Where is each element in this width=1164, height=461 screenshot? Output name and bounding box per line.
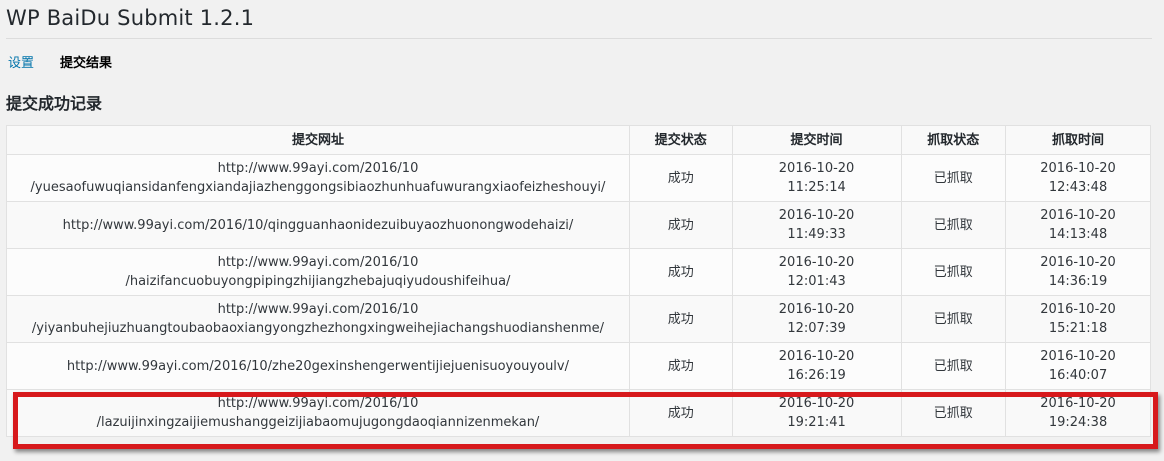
table-row: http://www.99ayi.com/2016/10/zhe20gexins… — [6, 342, 1151, 390]
column-header-url: 提交网址 — [6, 125, 630, 155]
crawl-clock: 16:40:07 — [1048, 368, 1108, 383]
column-header-submit-status: 提交状态 — [628, 125, 733, 155]
nav-link-settings[interactable]: 设置 — [8, 52, 34, 71]
cell-submit-time: 2016-10-20 16:26:19 — [731, 342, 902, 390]
cell-crawl-time: 2016-10-20 14:13:48 — [1005, 201, 1151, 249]
cell-submit-time: 2016-10-20 11:25:14 — [731, 154, 902, 202]
crawl-clock: 15:21:18 — [1048, 321, 1108, 336]
url-text: http://www.99ayi.com/2016/10/zhe20gexins… — [66, 358, 569, 374]
column-header-crawl-time: 抓取时间 — [1005, 125, 1151, 155]
crawl-date: 2016-10-20 — [1040, 208, 1116, 223]
cell-submit-status: 成功 — [628, 248, 733, 296]
crawl-clock: 14:36:19 — [1048, 274, 1108, 289]
url-text: http://www.99ayi.com/2016/10 — [217, 396, 419, 411]
cell-crawl-time: 2016-10-20 19:24:38 — [1005, 389, 1151, 437]
subsubsub-nav: 设置 提交结果 — [8, 52, 112, 71]
cell-submit-status: 成功 — [628, 389, 733, 437]
cell-crawl-time: 2016-10-20 15:21:18 — [1005, 295, 1151, 343]
cell-submit-time: 2016-10-20 19:21:41 — [731, 389, 902, 437]
column-header-crawl-status: 抓取状态 — [900, 125, 1007, 155]
url-text: http://www.99ayi.com/2016/10 — [217, 255, 419, 270]
crawl-clock: 19:24:38 — [1048, 415, 1108, 430]
table-header-row: 提交网址 提交状态 提交时间 抓取状态 抓取时间 — [6, 125, 1151, 155]
crawl-date: 2016-10-20 — [1040, 349, 1116, 364]
submission-results-table: 提交网址 提交状态 提交时间 抓取状态 抓取时间 http://www.99ay… — [6, 125, 1151, 437]
cell-crawl-status: 已抓取 — [900, 342, 1007, 390]
table-row: http://www.99ayi.com/2016/10/lazuijinxin… — [6, 389, 1151, 437]
cell-submit-time: 2016-10-20 12:07:39 — [731, 295, 902, 343]
cell-crawl-status: 已抓取 — [900, 248, 1007, 296]
submit-date: 2016-10-20 — [778, 349, 855, 364]
cell-url: http://www.99ayi.com/2016/10/zhe20gexins… — [6, 342, 630, 390]
cell-submit-time: 2016-10-20 11:49:33 — [731, 201, 902, 249]
cell-submit-status: 成功 — [628, 201, 733, 249]
title-divider — [6, 38, 1152, 39]
submit-date: 2016-10-20 — [778, 161, 855, 176]
cell-crawl-time: 2016-10-20 14:36:19 — [1005, 248, 1151, 296]
cell-submit-status: 成功 — [628, 342, 733, 390]
cell-crawl-status: 已抓取 — [900, 295, 1007, 343]
submit-clock: 19:21:41 — [787, 415, 846, 430]
submit-clock: 16:26:19 — [787, 368, 846, 383]
cell-crawl-time: 2016-10-20 16:40:07 — [1005, 342, 1151, 390]
cell-submit-status: 成功 — [628, 295, 733, 343]
crawl-date: 2016-10-20 — [1040, 302, 1116, 317]
cell-crawl-status: 已抓取 — [900, 389, 1007, 437]
cell-submit-status: 成功 — [628, 154, 733, 202]
url-text-cont: /yuesaofuwuqiansidanfengxiandajiazhenggo… — [30, 180, 606, 195]
section-title: 提交成功记录 — [6, 94, 103, 113]
submit-clock: 12:07:39 — [787, 321, 846, 336]
url-text: http://www.99ayi.com/2016/10 — [217, 302, 419, 317]
submit-clock: 11:49:33 — [787, 227, 846, 242]
submit-date: 2016-10-20 — [778, 255, 855, 270]
cell-url: http://www.99ayi.com/2016/10/yiyanbuheji… — [6, 295, 630, 343]
submit-date: 2016-10-20 — [778, 208, 855, 223]
cell-crawl-time: 2016-10-20 12:43:48 — [1005, 154, 1151, 202]
crawl-date: 2016-10-20 — [1040, 161, 1116, 176]
url-text-cont: /yiyanbuhejiuzhuangtoubaobaoxiangyongzhe… — [31, 321, 605, 336]
url-text: http://www.99ayi.com/2016/10/qingguanhao… — [62, 217, 574, 233]
page-title: WP BaiDu Submit 1.2.1 — [6, 6, 255, 30]
crawl-clock: 14:13:48 — [1048, 227, 1108, 242]
url-text-cont: /lazuijinxingzaijiemushanggeizijiabaomuj… — [96, 415, 540, 430]
nav-link-results-current[interactable]: 提交结果 — [60, 52, 112, 71]
url-text: http://www.99ayi.com/2016/10 — [217, 161, 419, 176]
url-text-cont: /haizifancuobuyongpipingzhijiangzhebajuq… — [125, 274, 511, 289]
cell-crawl-status: 已抓取 — [900, 201, 1007, 249]
crawl-date: 2016-10-20 — [1040, 396, 1116, 411]
submit-date: 2016-10-20 — [778, 302, 855, 317]
cell-submit-time: 2016-10-20 12:01:43 — [731, 248, 902, 296]
table-row: http://www.99ayi.com/2016/10/yiyanbuheji… — [6, 295, 1151, 343]
column-header-submit-time: 提交时间 — [731, 125, 902, 155]
crawl-date: 2016-10-20 — [1040, 255, 1116, 270]
cell-crawl-status: 已抓取 — [900, 154, 1007, 202]
table-row: http://www.99ayi.com/2016/10/haizifancuo… — [6, 248, 1151, 296]
cell-url: http://www.99ayi.com/2016/10/lazuijinxin… — [6, 389, 630, 437]
cell-url: http://www.99ayi.com/2016/10/yuesaofuwuq… — [6, 154, 630, 202]
submit-date: 2016-10-20 — [778, 396, 855, 411]
table-row: http://www.99ayi.com/2016/10/qingguanhao… — [6, 201, 1151, 249]
cell-url: http://www.99ayi.com/2016/10/qingguanhao… — [6, 201, 630, 249]
table-row: http://www.99ayi.com/2016/10/yuesaofuwuq… — [6, 154, 1151, 202]
submit-clock: 11:25:14 — [787, 180, 846, 195]
crawl-clock: 12:43:48 — [1048, 180, 1108, 195]
submit-clock: 12:01:43 — [787, 274, 846, 289]
cell-url: http://www.99ayi.com/2016/10/haizifancuo… — [6, 248, 630, 296]
